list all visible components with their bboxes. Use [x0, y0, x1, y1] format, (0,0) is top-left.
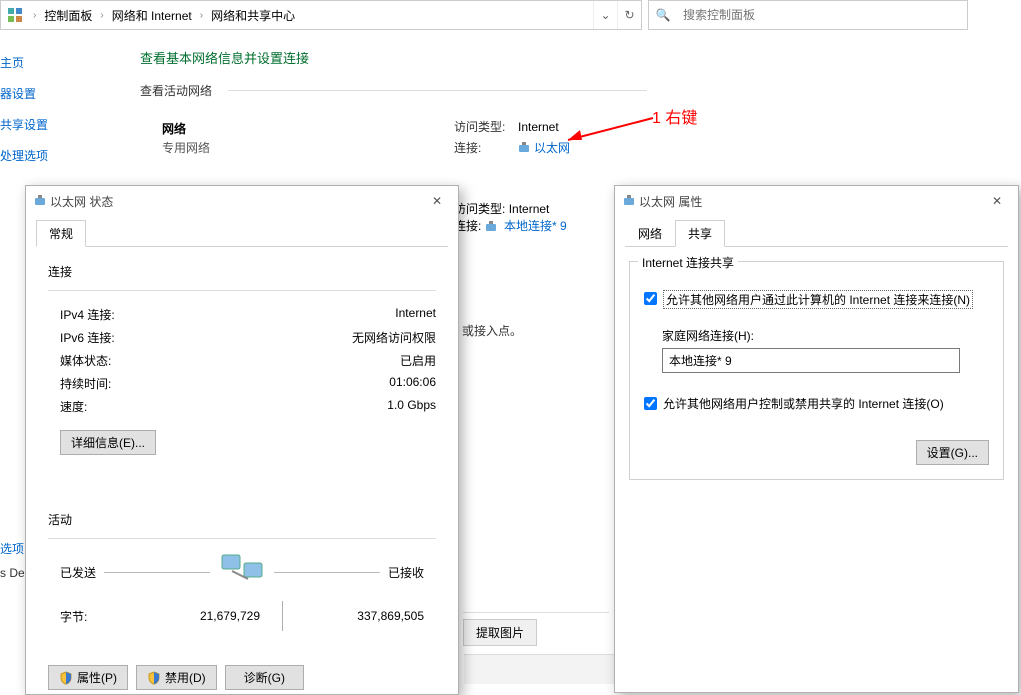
ics-settings-button[interactable]: 设置(G)...: [916, 440, 989, 465]
allow-control-label: 允许其他网络用户控制或禁用共享的 Internet 连接(O): [663, 395, 944, 412]
network-type: 专用网络: [162, 139, 210, 156]
bytes-label: 字节:: [60, 608, 140, 625]
search-input[interactable]: [677, 1, 967, 29]
crumb-network-internet[interactable]: 网络和 Internet: [108, 1, 196, 29]
close-button[interactable]: ✕: [976, 187, 1018, 215]
duration-label: 持续时间:: [60, 375, 111, 392]
recv-label: 已接收: [388, 564, 424, 581]
bytes-sent-value: 21,679,729: [140, 609, 260, 623]
disable-button[interactable]: 禁用(D): [136, 665, 217, 690]
dialog-title: 以太网 属性: [639, 193, 976, 210]
control-panel-icon: [5, 5, 25, 25]
allow-connect-checkbox[interactable]: [644, 292, 657, 305]
sidebar: 主页 器设置 共享设置 处理选项: [0, 50, 60, 174]
access-type-value: Internet: [518, 120, 559, 134]
page-header: 查看基本网络信息并设置连接: [140, 48, 309, 85]
page-title: 查看基本网络信息并设置连接: [140, 48, 309, 67]
crumb-control-panel[interactable]: 控制面板: [40, 1, 96, 29]
ethernet-status-dialog: 以太网 状态 ✕ 常规 连接 IPv4 连接: Internet IPv6 连接:…: [25, 185, 459, 695]
sidebar-options[interactable]: 处理选项: [0, 143, 60, 174]
tab-bar: 网络 共享: [625, 220, 1008, 247]
shield-icon: [59, 671, 73, 685]
network-info-1: 访问类型: Internet 连接: 以太网: [454, 118, 570, 160]
sent-label: 已发送: [60, 564, 96, 581]
connection-group-label: 连接: [48, 263, 436, 280]
ipv6-value: 无网络访问权限: [352, 329, 436, 346]
extract-image-button[interactable]: 提取图片: [463, 619, 537, 646]
search-box[interactable]: 🔍: [648, 0, 968, 30]
duration-value: 01:06:06: [389, 375, 436, 392]
chevron-right-icon[interactable]: ›: [196, 10, 207, 21]
allow-connect-checkbox-row[interactable]: 允许其他网络用户通过此计算机的 Internet 连接来连接(N): [644, 290, 989, 309]
network-name: 网络: [162, 120, 210, 137]
section-label: 查看活动网络: [140, 82, 212, 99]
snippet-options[interactable]: 选项: [0, 540, 24, 557]
breadcrumb-bar[interactable]: › 控制面板 › 网络和 Internet › 网络和共享中心 ⌄ ↻: [0, 0, 642, 30]
connection-link-local9[interactable]: 本地连接* 9: [504, 219, 567, 233]
shield-icon: [147, 671, 161, 685]
media-value: 已启用: [400, 352, 436, 369]
sidebar-home[interactable]: 主页: [0, 50, 60, 81]
dialog-title: 以太网 状态: [50, 193, 416, 210]
ethernet-properties-dialog: 以太网 属性 ✕ 网络 共享 Internet 连接共享 允许其他网络用户通过此…: [614, 185, 1019, 693]
speed-label: 速度:: [60, 398, 87, 415]
group-legend: Internet 连接共享: [638, 254, 738, 271]
history-dropdown-button[interactable]: ⌄: [593, 1, 617, 29]
access-type-label-2: 访问类型:: [454, 202, 505, 216]
properties-button[interactable]: 属性(P): [48, 665, 128, 690]
sidebar-sharing-settings[interactable]: 共享设置: [0, 112, 60, 143]
tab-general[interactable]: 常规: [36, 220, 86, 247]
tab-sharing[interactable]: 共享: [675, 220, 725, 247]
chevron-right-icon[interactable]: ›: [29, 10, 40, 21]
allow-control-checkbox[interactable]: [644, 397, 657, 410]
ipv4-value: Internet: [395, 306, 436, 323]
connection-link-ethernet[interactable]: 以太网: [534, 139, 570, 156]
annotation-arrow-1: [558, 116, 658, 146]
adapter-icon: [485, 221, 497, 233]
snippet-de: s De: [0, 566, 25, 580]
connection-label: 连接:: [454, 139, 518, 156]
network-info-2: 访问类型: Internet 连接: 本地连接* 9: [454, 200, 567, 234]
tab-bar: 常规: [36, 220, 448, 247]
chevron-right-icon[interactable]: ›: [96, 10, 107, 21]
allow-control-checkbox-row[interactable]: 允许其他网络用户控制或禁用共享的 Internet 连接(O): [644, 395, 989, 412]
ipv6-label: IPv6 连接:: [60, 329, 115, 346]
access-type-value-2: Internet: [509, 202, 550, 216]
active-network-block: 网络 专用网络: [162, 120, 210, 156]
details-button[interactable]: 详细信息(E)...: [60, 430, 156, 455]
extract-image-wrap: 提取图片: [463, 612, 609, 646]
dialog-titlebar[interactable]: 以太网 状态 ✕: [26, 186, 458, 216]
tab-networking[interactable]: 网络: [625, 220, 675, 247]
home-network-label: 家庭网络连接(H):: [662, 327, 989, 344]
dialog-titlebar[interactable]: 以太网 属性 ✕: [615, 186, 1018, 216]
bytes-separator: [260, 601, 304, 631]
annotation-1: 1 右键: [652, 104, 697, 128]
search-icon: 🔍: [649, 8, 677, 22]
entry-point-text: 或接入点。: [462, 322, 522, 339]
bytes-recv-value: 337,869,505: [304, 609, 424, 623]
speed-value: 1.0 Gbps: [387, 398, 436, 415]
adapter-icon: [518, 142, 530, 154]
close-button[interactable]: ✕: [416, 187, 458, 215]
sidebar-adapter-settings[interactable]: 器设置: [0, 81, 60, 112]
diagnose-button[interactable]: 诊断(G): [225, 665, 304, 690]
group-divider: [48, 290, 436, 291]
media-label: 媒体状态:: [60, 352, 111, 369]
ics-group: Internet 连接共享 允许其他网络用户通过此计算机的 Internet 连…: [629, 261, 1004, 480]
refresh-button[interactable]: ↻: [617, 1, 641, 29]
address-toolbar: › 控制面板 › 网络和 Internet › 网络和共享中心 ⌄ ↻ 🔍: [0, 0, 1021, 30]
section-divider: [228, 90, 647, 91]
adapter-icon: [623, 195, 635, 207]
activity-group-label: 活动: [48, 511, 436, 528]
crumb-sharing-center[interactable]: 网络和共享中心: [207, 1, 299, 29]
group-divider: [48, 538, 436, 539]
access-type-label: 访问类型:: [454, 118, 518, 135]
activity-icon: [218, 551, 266, 593]
ipv4-label: IPv4 连接:: [60, 306, 115, 323]
home-network-combo[interactable]: 本地连接* 9: [662, 348, 960, 373]
allow-connect-label: 允许其他网络用户通过此计算机的 Internet 连接来连接(N): [663, 290, 973, 309]
adapter-icon: [34, 195, 46, 207]
